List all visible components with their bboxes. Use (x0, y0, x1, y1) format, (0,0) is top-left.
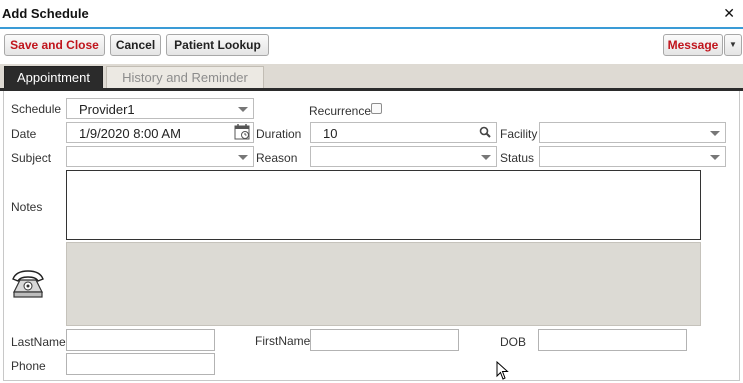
dob-label: DOB (500, 335, 527, 349)
duration-label: Duration (256, 127, 302, 141)
chevron-down-icon: ▼ (729, 40, 737, 49)
date-value: 1/9/2020 8:00 AM (79, 126, 181, 141)
lastname-input[interactable] (66, 329, 215, 351)
chevron-down-icon[interactable] (703, 123, 725, 142)
mouse-pointer-icon (496, 360, 510, 381)
chevron-down-icon[interactable] (231, 99, 253, 118)
calendar-icon[interactable] (231, 123, 253, 142)
search-icon[interactable] (474, 123, 496, 142)
patient-lookup-button[interactable]: Patient Lookup (166, 34, 269, 56)
notes-textarea[interactable] (66, 170, 701, 240)
title-divider (0, 27, 743, 29)
reason-label: Reason (256, 151, 298, 165)
date-picker[interactable]: 1/9/2020 8:00 AM (66, 122, 254, 143)
firstname-input[interactable] (310, 329, 459, 351)
message-button[interactable]: Message (663, 34, 723, 56)
patient-info-area (66, 242, 701, 326)
reason-select[interactable] (310, 146, 497, 167)
save-and-close-button[interactable]: Save and Close (4, 34, 105, 56)
close-icon[interactable]: ✕ (723, 5, 735, 22)
status-select[interactable] (539, 146, 726, 167)
title-bar: Add Schedule ✕ (0, 0, 743, 28)
lastname-label: LastName (11, 335, 66, 349)
schedule-label: Schedule (11, 102, 62, 116)
phone-input[interactable] (66, 353, 215, 375)
recurrence-checkbox[interactable] (371, 103, 382, 114)
chevron-down-icon[interactable] (703, 147, 725, 166)
subject-select[interactable] (66, 146, 254, 167)
status-label: Status (500, 151, 535, 165)
firstname-label: FirstName (255, 334, 311, 348)
facility-select[interactable] (539, 122, 726, 143)
tab-history-and-reminder[interactable]: History and Reminder (106, 66, 264, 89)
telephone-icon[interactable] (10, 266, 46, 302)
dob-input[interactable] (538, 329, 687, 351)
schedule-value: Provider1 (79, 102, 135, 117)
chevron-down-icon[interactable] (474, 147, 496, 166)
duration-value: 10 (323, 126, 338, 141)
toolbar: Save and Close Cancel Patient Lookup Mes… (0, 34, 743, 58)
subject-label: Subject (11, 151, 52, 165)
recurrence-label: Recurrence (309, 104, 372, 118)
date-label: Date (11, 127, 37, 141)
tab-strip: Appointment History and Reminder (0, 64, 743, 91)
chevron-down-icon[interactable] (231, 147, 253, 166)
duration-input[interactable]: 10 (310, 122, 497, 143)
facility-label: Facility (500, 127, 538, 141)
notes-label: Notes (11, 200, 43, 214)
window-title: Add Schedule (2, 6, 89, 21)
message-menu-button[interactable]: ▼ (724, 34, 742, 56)
phone-label: Phone (11, 359, 46, 373)
schedule-select[interactable]: Provider1 (66, 98, 254, 119)
tab-appointment[interactable]: Appointment (4, 66, 103, 89)
cancel-button[interactable]: Cancel (110, 34, 161, 56)
